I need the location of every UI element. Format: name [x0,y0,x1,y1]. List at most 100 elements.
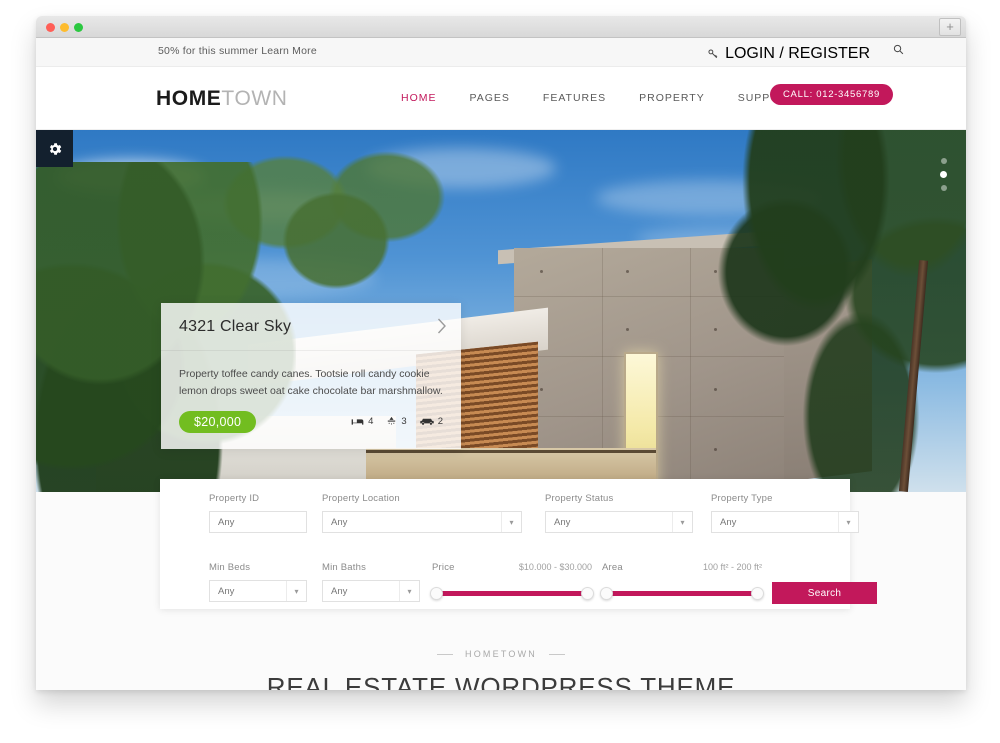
utility-bar: 50% for this summer Learn More LOGIN / R… [36,38,966,67]
rule-left [437,654,454,656]
key-icon [708,49,718,59]
window-minimize-button[interactable] [60,23,69,32]
price-slider-header: Price $10.000 - $30.000 [432,562,592,580]
property-type-select[interactable]: Any ▾ [711,511,859,533]
property-card-footer: $20,000 4 3 2 [161,401,461,449]
chevron-down-icon: ▾ [399,581,419,601]
property-status-select[interactable]: Any ▾ [545,511,693,533]
browser-titlebar: + [36,16,966,38]
field-property-status: Property Status Any ▾ [545,493,693,533]
new-tab-button[interactable]: + [939,18,961,36]
field-price-range: Price $10.000 - $30.000 [430,562,594,600]
stat-bedrooms: 4 [351,416,373,427]
nav-item-pages[interactable]: PAGES [470,92,510,104]
promo-text: 50% for this summer Learn More [158,45,317,57]
property-search-panel: Property ID Property Location Any ▾ Prop… [160,479,877,612]
label-property-location: Property Location [322,493,400,504]
price-range-value: $10.000 - $30.000 [518,562,592,572]
tree-foliage-right [696,130,966,492]
logo-bold-part: HOME [156,87,222,110]
field-property-type: Property Type Any ▾ [711,493,859,533]
property-price-badge: $20,000 [179,410,257,433]
area-slider-max-handle[interactable] [751,587,764,600]
field-property-location: Property Location Any ▾ [322,493,522,533]
property-title: 4321 Clear Sky [179,317,292,335]
window-maximize-button[interactable] [74,23,83,32]
shower-icon [388,416,396,425]
area-range-slider[interactable] [600,587,764,600]
property-id-input[interactable] [209,511,307,533]
property-status-value: Any [554,516,571,528]
stat-garage: 2 [419,416,443,428]
nav-item-property[interactable]: PROPERTY [639,92,705,104]
label-property-id: Property ID [209,493,260,504]
chevron-down-icon: ▾ [286,581,306,601]
slider-dot-1[interactable] [940,158,947,164]
property-type-value: Any [720,516,737,528]
search-row-secondary: Min Beds Any ▾ Min Baths Any ▾ Price $10… [160,562,877,612]
min-beds-value: Any [218,585,235,597]
login-register-label: LOGIN / REGISTER [725,45,870,62]
label-min-baths: Min Baths [322,562,367,573]
price-range-slider[interactable] [430,587,594,600]
stat-bedrooms-value: 4 [368,416,374,428]
field-search-submit: Search [772,562,877,604]
field-area-range: Area 100 ft² - 200 ft² [600,562,764,600]
bed-icon [351,419,364,425]
price-slider-min-handle[interactable] [430,587,443,600]
slider-pagination [940,158,947,191]
featured-property-card[interactable]: 4321 Clear Sky Property toffee candy can… [161,303,461,449]
price-slider-max-handle[interactable] [581,587,594,600]
search-submit-button[interactable]: Search [772,582,877,604]
min-baths-value: Any [331,585,348,597]
property-location-value: Any [331,516,348,528]
search-icon[interactable] [893,44,904,55]
label-min-beds: Min Beds [209,562,251,573]
main-navbar: HOMETOWN HOME PAGES FEATURES PROPERTY SU… [36,67,966,130]
stat-garage-value: 2 [437,416,443,428]
page-viewport: 50% for this summer Learn More LOGIN / R… [36,38,966,690]
hero-slider: 4321 Clear Sky Property toffee candy can… [36,130,966,492]
login-register-link[interactable]: LOGIN / REGISTER [708,45,870,63]
property-card-header: 4321 Clear Sky [161,303,461,351]
nav-links: HOME PAGES FEATURES PROPERTY SUPPORT [401,92,795,104]
min-baths-select[interactable]: Any ▾ [322,580,420,602]
label-property-status: Property Status [545,493,614,504]
label-area: Area [602,562,623,573]
nav-item-home[interactable]: HOME [401,92,437,104]
settings-toggle-button[interactable] [36,130,73,167]
property-description: Property toffee candy canes. Tootsie rol… [179,368,443,398]
search-row-primary: Property ID Property Location Any ▾ Prop… [160,493,859,543]
area-slider-min-handle[interactable] [600,587,613,600]
site-logo[interactable]: HOMETOWN [156,87,288,111]
section-title: REAL ESTATE WORDPRESS THEME [266,672,736,690]
property-card-body: Property toffee candy canes. Tootsie rol… [161,351,461,401]
slider-dot-2[interactable] [940,171,947,178]
rule-right [548,654,565,656]
area-slider-header: Area 100 ft² - 200 ft² [602,562,762,580]
deck-rail [366,450,656,453]
car-icon [419,418,434,426]
call-button[interactable]: CALL: 012-3456789 [770,84,893,105]
field-property-id: Property ID [209,493,307,533]
browser-window: + 50% for this summer Learn More LOGIN /… [36,16,966,690]
logo-light-part: TOWN [221,87,288,110]
min-beds-select[interactable]: Any ▾ [209,580,307,602]
chevron-down-icon: ▾ [501,512,521,532]
property-stats: 4 3 2 [351,416,443,427]
window-close-button[interactable] [46,23,55,32]
chevron-right-icon[interactable] [437,318,447,334]
nav-item-features[interactable]: FEATURES [543,92,606,104]
area-range-value: 100 ft² - 200 ft² [702,562,762,572]
gear-icon [49,142,61,155]
slider-dot-3[interactable] [940,185,947,191]
chevron-down-icon: ▾ [672,512,692,532]
stat-bathrooms: 3 [386,416,407,428]
property-location-select[interactable]: Any ▾ [322,511,522,533]
chevron-down-icon: ▾ [838,512,858,532]
field-min-baths: Min Baths Any ▾ [322,562,420,602]
section-eyebrow-label: HOMETOWN [465,649,537,659]
section-eyebrow: HOMETOWN [36,649,966,659]
label-property-type: Property Type [711,493,773,504]
stat-bathrooms-value: 3 [401,416,407,428]
